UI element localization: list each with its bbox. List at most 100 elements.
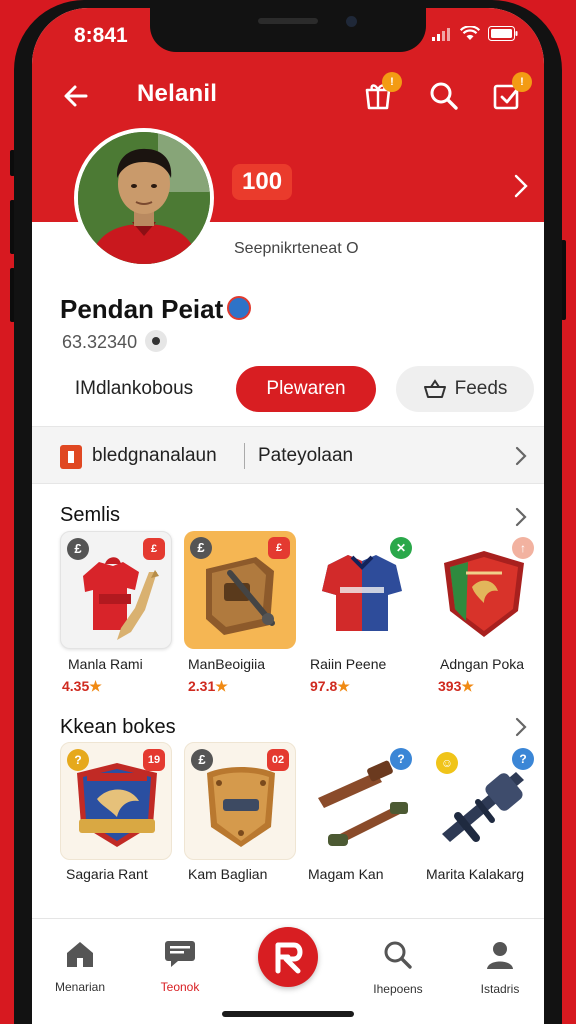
tab-chat[interactable]: Teonok [140, 939, 220, 994]
speaker-grille [258, 18, 318, 24]
back-arrow-icon[interactable] [60, 80, 92, 112]
item-badge-left: £ [67, 538, 89, 560]
chevron-right-icon[interactable] [512, 172, 530, 200]
gift-button[interactable]: ! [360, 72, 402, 114]
item-name: Sagaria Rant [66, 866, 148, 882]
item-price: 2.31★ [188, 678, 228, 695]
status-time: 8:841 [74, 24, 128, 47]
avatar-photo [78, 132, 210, 264]
item-badge-left: ? [67, 749, 89, 771]
score-badge: 100 [232, 164, 293, 200]
item-badge-right: ✕ [390, 537, 412, 559]
category-bar[interactable]: bledgnanalaun Pateyolaan [32, 426, 544, 484]
profile-name: Pendan Peiat [60, 294, 252, 325]
tab-search[interactable]: Ihepoens [358, 939, 438, 996]
phone-frame: 8:841 Nelanil ! ! 100 Seepnikrteneat O P… [14, 0, 562, 1024]
star-icon: ★ [215, 678, 228, 694]
signal-icon [432, 27, 450, 41]
item-price-value: 393 [438, 678, 462, 694]
item-card[interactable]: ✕ [306, 531, 418, 649]
tab-left-action[interactable]: IMdlankobous [60, 366, 208, 412]
home-indicator [222, 1011, 354, 1017]
profile-actions: IMdlankobous Plewaren Feeds [60, 366, 540, 414]
tab-label: Ihepoens [373, 982, 423, 996]
item-card[interactable]: ? 19 [60, 742, 172, 860]
item-badge-right: ? [390, 748, 412, 770]
category-divider [244, 443, 245, 469]
edit-button[interactable]: ! [490, 72, 532, 114]
status-icons [432, 26, 518, 41]
tab-profile[interactable]: Istadris [460, 939, 540, 996]
tab-home[interactable]: Menarian [40, 939, 120, 994]
item-name: Manla Rami [68, 656, 143, 672]
item-badge-left: ☺ [436, 752, 458, 774]
item-card[interactable]: £ £ [60, 531, 172, 649]
category-icon [60, 445, 82, 469]
item-name: Raiin Peene [310, 656, 387, 672]
item-badge-right: £ [143, 538, 165, 560]
camera-notch [150, 8, 426, 52]
item-card[interactable]: ? [306, 742, 418, 860]
page-title: Nelanil [137, 80, 218, 107]
chevron-right-icon[interactable] [514, 506, 528, 528]
profile-uid: 63.32340 [62, 330, 168, 354]
battery-icon [488, 26, 518, 41]
star-icon: ★ [89, 678, 102, 694]
item-badge-right: ? [512, 748, 534, 770]
item-badge-right: ↑ [512, 537, 534, 559]
bottom-tab-bar: Menarian Teonok Ihepoens Istadris [32, 918, 544, 1024]
feeds-button[interactable]: Feeds [396, 366, 534, 412]
item-card[interactable]: £ £ [184, 531, 296, 649]
item-badge-left: £ [190, 537, 212, 559]
item-name: Kam Baglian [188, 866, 268, 882]
item-price-value: 97.8 [310, 678, 338, 694]
notification-badge: ! [382, 72, 402, 92]
copy-icon[interactable] [145, 330, 168, 353]
app-screen: 8:841 Nelanil ! ! 100 Seepnikrteneat O P… [32, 8, 544, 1024]
star-icon: ★ [461, 678, 474, 694]
category-second[interactable]: Pateyolaan [258, 445, 353, 467]
category-first[interactable]: bledgnanalaun [92, 445, 217, 467]
item-price-value: 4.35 [62, 678, 90, 694]
item-name: Marita Kalakarg [426, 866, 525, 882]
chat-icon [165, 941, 195, 967]
item-badge-right: 19 [143, 749, 165, 771]
tab-label: Teonok [160, 980, 200, 994]
search-icon [430, 82, 458, 110]
item-card[interactable]: ☺ ? [428, 742, 540, 860]
profile-icon [487, 942, 513, 969]
front-camera [346, 16, 357, 27]
chevron-right-icon[interactable] [514, 445, 528, 467]
item-card[interactable]: ↑ [428, 531, 540, 649]
home-icon [67, 942, 93, 967]
item-price: 393★ [438, 678, 474, 695]
feeds-label: Feeds [454, 378, 508, 399]
profile-subinfo: Seepnikrteneat O [234, 240, 359, 257]
item-card[interactable]: £ 02 [184, 742, 296, 860]
search-button[interactable] [426, 78, 462, 114]
basket-icon [423, 379, 446, 398]
tab-label: Menarian [54, 980, 106, 994]
search-icon [384, 941, 412, 969]
section-title: Kkean bokes [60, 716, 176, 738]
item-price: 4.35★ [62, 678, 102, 695]
item-name: Adngan Poka [440, 656, 525, 672]
item-badge-right: £ [268, 537, 290, 559]
top-navigation-bar: Nelanil ! ! [32, 72, 544, 120]
item-price-value: 2.31 [188, 678, 216, 694]
item-name: Magam Kan [308, 866, 384, 882]
chevron-right-icon[interactable] [514, 716, 528, 738]
star-icon: ★ [337, 678, 350, 694]
section-title: Semlis [60, 504, 121, 526]
profile-avatar[interactable] [74, 128, 214, 268]
wifi-icon [460, 26, 480, 40]
notification-badge: ! [512, 72, 532, 92]
logo-action-button[interactable] [258, 927, 318, 987]
profile-name-text: Pendan Peiat [60, 294, 224, 324]
logo-icon [275, 942, 303, 974]
profile-uid-text: 63.32340 [62, 332, 138, 352]
item-name: ManBeoigiia [188, 656, 266, 672]
primary-action-button[interactable]: Plewaren [236, 366, 376, 412]
tab-label: Istadris [480, 982, 520, 996]
item-badge-right: 02 [267, 749, 289, 771]
